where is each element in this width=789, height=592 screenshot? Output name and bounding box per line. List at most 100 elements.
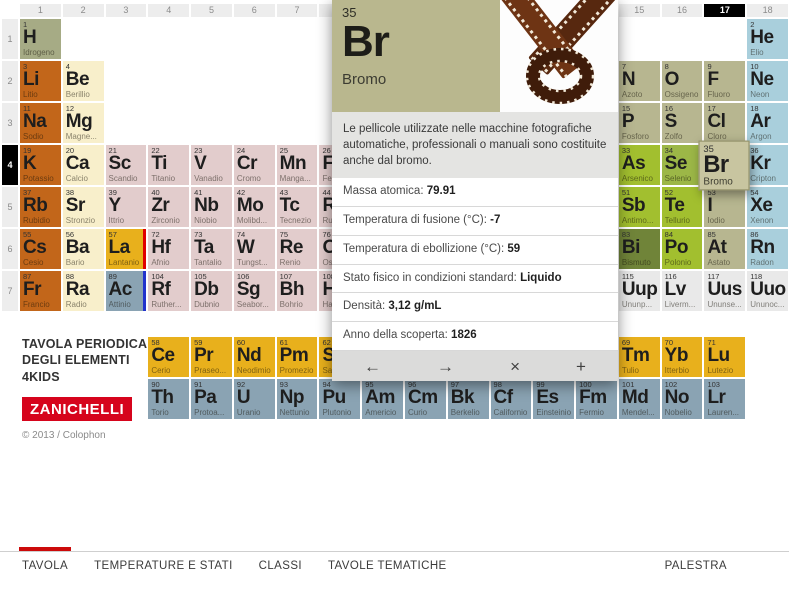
element-cell-s[interactable]: 16 S Zolfo: [661, 103, 703, 143]
element-cell-at[interactable]: 85 At Astato: [704, 229, 746, 269]
element-cell-uus[interactable]: 117 Uus Ununse...: [704, 271, 746, 311]
tab-classi[interactable]: CLASSI: [259, 560, 302, 572]
element-cell-i[interactable]: 53 I Iodio: [704, 187, 746, 227]
element-cell-tm[interactable]: 69 Tm Tulio: [618, 337, 660, 377]
element-cell-md[interactable]: 101 Md Mendel...: [618, 379, 660, 419]
element-cell-rn[interactable]: 86 Rn Radon: [747, 229, 788, 269]
element-cell-ar[interactable]: 18 Ar Argon: [747, 103, 788, 143]
element-cell-ba[interactable]: 56 Ba Bario: [62, 229, 104, 269]
element-cell-k[interactable]: 19 K Potassio: [20, 145, 61, 185]
element-cell-f[interactable]: 9 F Fluoro: [704, 61, 746, 101]
element-cell-lv[interactable]: 116 Lv Liverm...: [661, 271, 703, 311]
element-cell-cm[interactable]: 96 Cm Curio: [405, 379, 446, 419]
element-cell-bk[interactable]: 97 Bk Berkelio: [447, 379, 489, 419]
close-popup-button[interactable]: ×: [510, 358, 520, 375]
element-cell-fr[interactable]: 87 Fr Francio: [20, 271, 61, 311]
element-symbol: Np: [279, 387, 305, 408]
element-cell-p[interactable]: 15 P Fosforo: [618, 103, 660, 143]
element-cell-ca[interactable]: 20 Ca Calcio: [62, 145, 104, 185]
element-cell-pr[interactable]: 59 Pr Praseo...: [191, 337, 232, 377]
previous-element-button[interactable]: ←: [364, 358, 381, 375]
element-cell-o[interactable]: 8 O Ossigeno: [661, 61, 703, 101]
element-cell-mo[interactable]: 42 Mo Molibd...: [233, 187, 275, 227]
element-cell-mn[interactable]: 25 Mn Manga...: [276, 145, 318, 185]
element-cell-po[interactable]: 84 Po Polonio: [661, 229, 703, 269]
element-cell-lr[interactable]: 103 Lr Lauren...: [704, 379, 746, 419]
copyright-colophon-link[interactable]: © 2013 / Colophon: [22, 430, 162, 441]
element-cell-re[interactable]: 75 Re Renio: [276, 229, 318, 269]
element-cell-rf[interactable]: 104 Rf Ruther...: [148, 271, 190, 311]
element-cell-nb[interactable]: 41 Nb Niobio: [191, 187, 232, 227]
element-cell-ti[interactable]: 22 Ti Titanio: [148, 145, 190, 185]
element-name: Sodio: [23, 133, 44, 141]
element-cell-te[interactable]: 52 Te Tellurio: [661, 187, 703, 227]
element-cell-hf[interactable]: 72 Hf Afnio: [148, 229, 190, 269]
element-cell-se[interactable]: 34 Se Selenio: [661, 145, 703, 185]
element-cell-u[interactable]: 92 U Uranio: [233, 379, 275, 419]
element-name: Litio: [23, 91, 38, 99]
element-cell-ta[interactable]: 73 Ta Tantalio: [191, 229, 232, 269]
element-cell-na[interactable]: 11 Na Sodio: [20, 103, 61, 143]
element-cell-rb[interactable]: 37 Rb Rubidio: [20, 187, 61, 227]
tab-tavole-tematiche[interactable]: TAVOLE TEMATICHE: [328, 560, 447, 572]
element-cell-ac[interactable]: 89 Ac Attinio: [105, 271, 147, 311]
element-cell-pm[interactable]: 61 Pm Promezio: [276, 337, 318, 377]
element-cell-br[interactable]: 35 Br Bromo: [698, 140, 750, 191]
element-cell-mg[interactable]: 12 Mg Magne...: [62, 103, 104, 143]
element-cell-la[interactable]: 57 La Lantanio: [105, 229, 147, 269]
element-cell-fm[interactable]: 100 Fm Fermio: [576, 379, 617, 419]
element-symbol: Rf: [151, 279, 171, 300]
element-name: Selenio: [664, 175, 692, 183]
element-symbol: V: [194, 153, 207, 174]
element-cell-pu[interactable]: 94 Pu Plutonio: [319, 379, 361, 419]
next-element-button[interactable]: →: [437, 358, 454, 375]
element-cell-be[interactable]: 4 Be Berillio: [62, 61, 104, 101]
tab-tavola[interactable]: TAVOLA: [18, 547, 72, 572]
element-cell-no[interactable]: 102 No Nobelio: [661, 379, 703, 419]
element-cell-kr[interactable]: 36 Kr Cripton: [747, 145, 788, 185]
element-cell-ne[interactable]: 10 Ne Neon: [747, 61, 788, 101]
element-cell-cf[interactable]: 98 Cf Californio: [490, 379, 532, 419]
element-cell-ra[interactable]: 88 Ra Radio: [62, 271, 104, 311]
element-cell-bh[interactable]: 107 Bh Bohrio: [276, 271, 318, 311]
element-cell-uup[interactable]: 115 Uup Ununp...: [618, 271, 660, 311]
element-symbol: P: [621, 111, 635, 132]
element-cell-y[interactable]: 39 Y Ittrio: [105, 187, 147, 227]
element-cell-tc[interactable]: 43 Tc Tecnezio: [276, 187, 318, 227]
element-cell-es[interactable]: 99 Es Einsteinio: [533, 379, 575, 419]
element-cell-lu[interactable]: 71 Lu Lutezio: [704, 337, 746, 377]
tab-palestra[interactable]: PALESTRA: [665, 560, 727, 572]
element-cell-cl[interactable]: 17 Cl Cloro: [704, 103, 746, 143]
element-name: Fosforo: [621, 133, 649, 141]
element-cell-he[interactable]: 2 He Elio: [747, 19, 788, 59]
element-cell-sr[interactable]: 38 Sr Stronzio: [62, 187, 104, 227]
element-symbol: Ra: [65, 279, 90, 300]
element-cell-bi[interactable]: 83 Bi Bismuto: [618, 229, 660, 269]
element-cell-yb[interactable]: 70 Yb Itterbio: [661, 337, 703, 377]
element-name: Lauren...: [707, 409, 740, 417]
zoom-element-button[interactable]: +: [576, 358, 586, 375]
element-cell-xe[interactable]: 54 Xe Xenon: [747, 187, 788, 227]
element-cell-cs[interactable]: 55 Cs Cesio: [20, 229, 61, 269]
element-cell-uuo[interactable]: 118 Uuo Ununoc...: [747, 271, 788, 311]
element-cell-db[interactable]: 105 Db Dubnio: [191, 271, 232, 311]
element-cell-sc[interactable]: 21 Sc Scandio: [105, 145, 147, 185]
element-cell-sb[interactable]: 51 Sb Antimo...: [618, 187, 660, 227]
element-cell-pa[interactable]: 91 Pa Protoa...: [191, 379, 232, 419]
element-cell-n[interactable]: 7 N Azoto: [618, 61, 660, 101]
group-header-18: 18: [747, 4, 788, 17]
element-cell-cr[interactable]: 24 Cr Cromo: [233, 145, 275, 185]
element-cell-zr[interactable]: 40 Zr Zirconio: [148, 187, 190, 227]
element-cell-nd[interactable]: 60 Nd Neodimio: [233, 337, 275, 377]
element-cell-np[interactable]: 93 Np Nettunio: [276, 379, 318, 419]
element-cell-as[interactable]: 33 As Arsenico: [618, 145, 660, 185]
element-cell-w[interactable]: 74 W Tungst...: [233, 229, 275, 269]
element-cell-li[interactable]: 3 Li Litio: [20, 61, 61, 101]
element-cell-v[interactable]: 23 V Vanadio: [191, 145, 232, 185]
element-cell-h[interactable]: 1 H Idrogeno: [20, 19, 61, 59]
element-symbol: Yb: [664, 345, 689, 366]
element-cell-sg[interactable]: 106 Sg Seabor...: [233, 271, 275, 311]
element-symbol: Li: [23, 69, 39, 90]
tab-temperature-e-stati[interactable]: TEMPERATURE E STATI: [94, 560, 233, 572]
element-cell-am[interactable]: 95 Am Americio: [362, 379, 403, 419]
